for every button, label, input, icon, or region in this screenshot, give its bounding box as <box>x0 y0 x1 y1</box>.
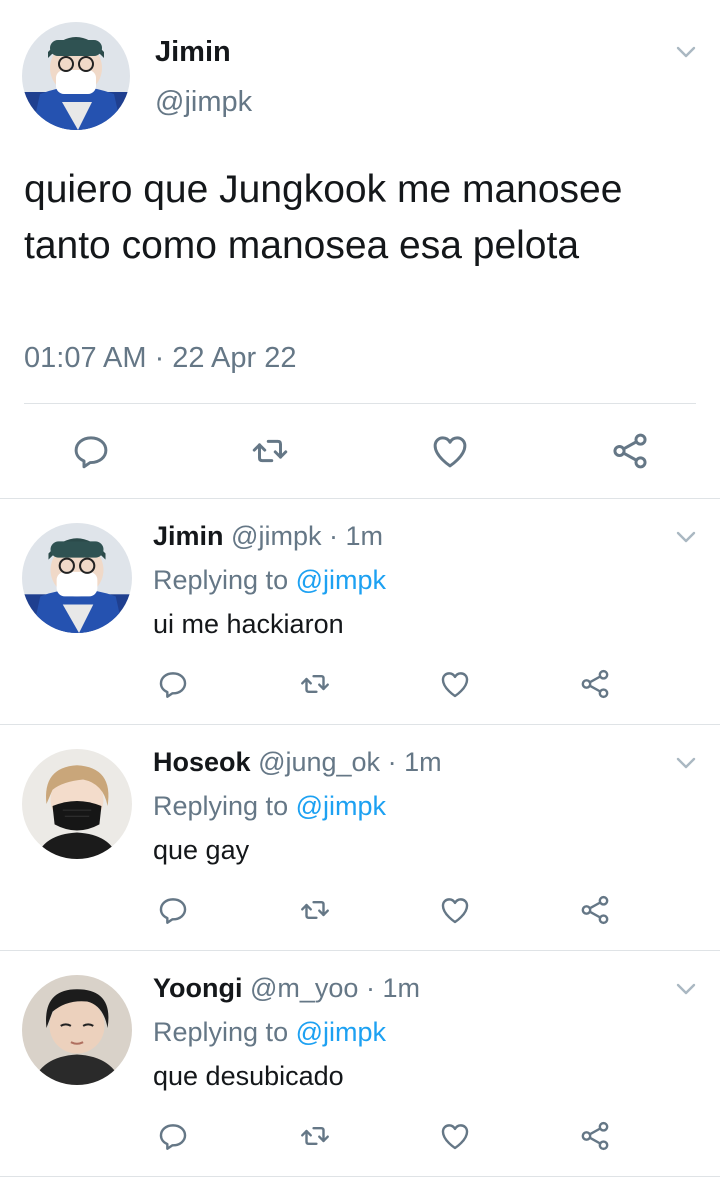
avatar[interactable] <box>22 975 132 1085</box>
author-name[interactable]: Hoseok <box>153 747 251 777</box>
chevron-down-icon[interactable] <box>674 525 698 549</box>
replying-to: Replying to @jimpk <box>153 1017 386 1048</box>
reply-header: Hoseok @jung_ok · 1m <box>153 747 442 778</box>
author-name[interactable]: Jimin <box>153 521 224 551</box>
author-handle[interactable]: @jung_ok <box>258 747 380 777</box>
author-handle[interactable]: @jimpk <box>155 86 252 119</box>
separator: · <box>387 747 397 777</box>
like-icon[interactable] <box>438 893 472 927</box>
reply-text: que desubicado <box>153 1061 344 1091</box>
replying-to: Replying to @jimpk <box>153 565 386 596</box>
replying-prefix: Replying to <box>153 791 289 821</box>
author-name[interactable]: Jimin <box>155 36 231 69</box>
tweet-timestamp[interactable]: 01:07 AM · 22 Apr 22 <box>24 342 296 375</box>
reply-icon[interactable] <box>70 430 112 472</box>
retweet-icon[interactable] <box>249 430 291 472</box>
replying-prefix: Replying to <box>153 1017 289 1047</box>
reply-time[interactable]: 1m <box>382 973 420 1003</box>
reply-header: Jimin @jimpk · 1m <box>153 521 383 552</box>
divider <box>24 403 696 404</box>
reply-text: que gay <box>153 835 250 865</box>
replying-to: Replying to @jimpk <box>153 791 386 822</box>
reply-header: Yoongi @m_yoo · 1m <box>153 973 420 1004</box>
chevron-down-icon[interactable] <box>674 40 698 64</box>
reply-time[interactable]: 1m <box>404 747 442 777</box>
avatar[interactable] <box>22 22 130 130</box>
author-handle[interactable]: @m_yoo <box>250 973 358 1003</box>
avatar[interactable] <box>22 749 132 859</box>
share-icon[interactable] <box>578 1119 612 1153</box>
like-icon[interactable] <box>429 430 471 472</box>
share-icon[interactable] <box>609 430 651 472</box>
author-name[interactable]: Yoongi <box>153 973 242 1003</box>
reply-icon[interactable] <box>156 1119 190 1153</box>
like-icon[interactable] <box>438 1119 472 1153</box>
tweet-text: quiero que Jungkook me manosee tanto com… <box>24 168 623 267</box>
avatar[interactable] <box>22 523 132 633</box>
mention-link[interactable]: @jimpk <box>296 791 386 821</box>
reply-time[interactable]: 1m <box>346 521 384 551</box>
chevron-down-icon[interactable] <box>674 977 698 1001</box>
separator: · <box>365 973 375 1003</box>
reply-icon[interactable] <box>156 667 190 701</box>
reply-text: ui me hackiaron <box>153 609 344 639</box>
separator: · <box>328 521 338 551</box>
retweet-icon[interactable] <box>298 1119 332 1153</box>
share-icon[interactable] <box>578 893 612 927</box>
author-handle[interactable]: @jimpk <box>231 521 321 551</box>
retweet-icon[interactable] <box>298 893 332 927</box>
main-tweet: Jimin @jimpk quiero que Jungkook me mano… <box>0 0 720 499</box>
like-icon[interactable] <box>438 667 472 701</box>
mention-link[interactable]: @jimpk <box>296 565 386 595</box>
retweet-icon[interactable] <box>298 667 332 701</box>
reply-tweet: Yoongi @m_yoo · 1m Replying to @jimpk qu… <box>0 951 720 1177</box>
replying-prefix: Replying to <box>153 565 289 595</box>
mention-link[interactable]: @jimpk <box>296 1017 386 1047</box>
chevron-down-icon[interactable] <box>674 751 698 775</box>
reply-icon[interactable] <box>156 893 190 927</box>
share-icon[interactable] <box>578 667 612 701</box>
reply-tweet: Hoseok @jung_ok · 1m Replying to @jimpk … <box>0 725 720 951</box>
reply-tweet: Jimin @jimpk · 1m Replying to @jimpk ui … <box>0 499 720 725</box>
